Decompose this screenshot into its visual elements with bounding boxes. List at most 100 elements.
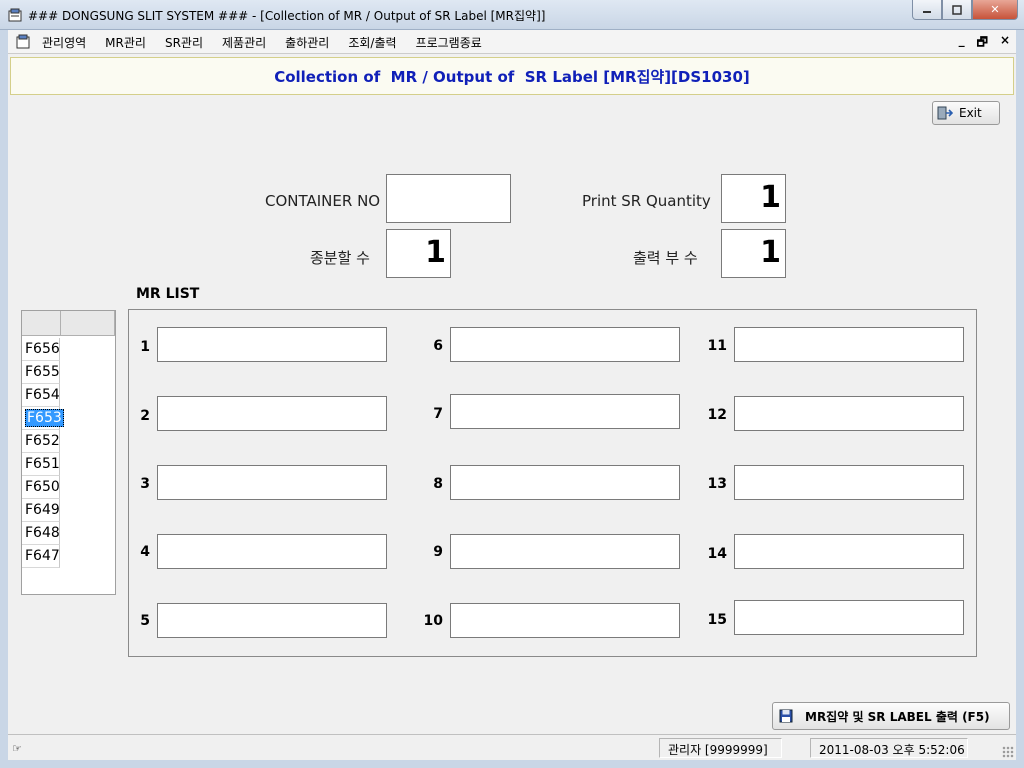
- print-copies-label: 출력 부 수: [633, 249, 698, 267]
- mr-input-9[interactable]: [450, 534, 680, 569]
- grid-cell: F654: [25, 387, 60, 403]
- container-no-input[interactable]: [386, 174, 511, 223]
- mdi-minimize-button[interactable]: _: [959, 33, 965, 54]
- grid-cell: F651: [25, 456, 60, 472]
- menu-item-exit-program[interactable]: 프로그램종료: [416, 34, 482, 51]
- mr-input-12[interactable]: [734, 396, 964, 431]
- document-icon[interactable]: [15, 34, 31, 50]
- mr-input-2[interactable]: [157, 396, 387, 431]
- window-minimize-button[interactable]: [912, 0, 942, 20]
- container-no-label: CONTAINER NO: [265, 192, 381, 210]
- split-count-input[interactable]: 1: [386, 229, 451, 278]
- print-copies-input[interactable]: 1: [721, 229, 786, 278]
- print-sr-quantity-input[interactable]: 1: [721, 174, 786, 223]
- mr-input-11[interactable]: [734, 327, 964, 362]
- mr-slot-number: 6: [433, 338, 443, 354]
- print-sr-quantity-label: Print SR Quantity: [582, 192, 711, 210]
- window-frame-bottom: [0, 760, 1024, 768]
- grid-row[interactable]: F647: [22, 545, 60, 568]
- grid-row[interactable]: F655: [22, 361, 60, 384]
- print-sr-quantity-value: 1: [760, 180, 781, 215]
- menu-item-sr-management[interactable]: SR관리: [165, 34, 203, 51]
- floppy-disk-icon: [779, 709, 793, 723]
- grid-row[interactable]: F651: [22, 453, 60, 476]
- grid-header-cell[interactable]: [61, 311, 115, 336]
- pointing-hand-icon: ☞: [12, 742, 22, 755]
- close-icon: ✕: [990, 3, 1000, 16]
- window-frame-left: [0, 30, 8, 760]
- client-area: Collection of MR / Output of SR Label [M…: [8, 54, 1016, 734]
- grid-cell: F649: [25, 502, 60, 518]
- menu-item-query-print[interactable]: 조회/출력: [348, 34, 396, 51]
- menu-bar: 관리영역 MR관리 SR관리 제품관리 출하관리 조회/출력 프로그램종료 _ …: [8, 30, 1016, 54]
- collect-mr-print-sr-label-button-label: MR집약 및 SR LABEL 출력 (F5): [805, 709, 990, 724]
- grid-row[interactable]: F654: [22, 384, 60, 407]
- grid-cell: F648: [25, 525, 60, 541]
- mr-input-3[interactable]: [157, 465, 387, 500]
- mr-slot-number: 5: [140, 613, 150, 629]
- app-icon: [8, 8, 22, 22]
- mr-slot-number: 10: [423, 613, 443, 629]
- grid-row[interactable]: F648: [22, 522, 60, 545]
- collect-mr-print-sr-label-button[interactable]: MR집약 및 SR LABEL 출력 (F5): [772, 702, 1010, 730]
- mr-input-7[interactable]: [450, 394, 680, 429]
- title-bar: ### DONGSUNG SLIT SYSTEM ### - [Collecti…: [0, 0, 1024, 30]
- mr-slot-number: 8: [433, 476, 443, 492]
- mr-slot-number: 9: [433, 544, 443, 560]
- grid-cell: F650: [25, 479, 60, 495]
- mr-slot-number: 12: [707, 407, 727, 423]
- status-user: 관리자 [9999999]: [659, 738, 782, 758]
- split-count-label: 종분할 수: [310, 249, 370, 267]
- resize-grip[interactable]: [1002, 746, 1014, 758]
- menu-item-admin-area[interactable]: 관리영역: [42, 34, 86, 51]
- mdi-restore-button[interactable]: 🗗: [977, 33, 988, 54]
- status-datetime: 2011-08-03 오후 5:52:06: [810, 738, 968, 758]
- grid-cell: F647: [25, 548, 60, 564]
- grid-header-cell[interactable]: [22, 311, 61, 336]
- mr-input-15[interactable]: [734, 600, 964, 635]
- mr-input-14[interactable]: [734, 534, 964, 569]
- grid-header: [22, 311, 115, 336]
- mr-slot-number: 3: [140, 476, 150, 492]
- menu-item-mr-management[interactable]: MR관리: [105, 34, 146, 51]
- container-grid[interactable]: F656 F655 F654 F653 F652 F651 F650 F649 …: [21, 310, 116, 595]
- mr-input-13[interactable]: [734, 465, 964, 500]
- mr-input-10[interactable]: [450, 603, 680, 638]
- grid-row[interactable]: F652: [22, 430, 60, 453]
- mr-input-5[interactable]: [157, 603, 387, 638]
- grid-cell: F656: [25, 341, 60, 357]
- grid-cell: F655: [25, 364, 60, 380]
- mdi-close-button[interactable]: ×: [1000, 33, 1010, 54]
- status-bar: ☞ 관리자 [9999999] 2011-08-03 오후 5:52:06: [8, 734, 1016, 760]
- window-maximize-button[interactable]: [942, 0, 972, 20]
- grid-row[interactable]: F656: [22, 338, 60, 361]
- page-title: Collection of MR / Output of SR Label [M…: [274, 67, 750, 86]
- exit-button-label: Exit: [959, 106, 982, 120]
- grid-row[interactable]: F650: [22, 476, 60, 499]
- print-copies-value: 1: [760, 235, 781, 270]
- menu-item-product-management[interactable]: 제품관리: [222, 34, 266, 51]
- mr-input-8[interactable]: [450, 465, 680, 500]
- mr-input-6[interactable]: [450, 327, 680, 362]
- mr-input-1[interactable]: [157, 327, 387, 362]
- mr-list-title: MR LIST: [136, 286, 200, 302]
- grid-row-selected[interactable]: F653: [22, 407, 64, 430]
- mr-list-panel: 1 2 3 4 5 6 7 8 9 10 11 12 13 14 15: [128, 309, 977, 657]
- mr-slot-number: 14: [707, 546, 727, 562]
- exit-door-icon: [937, 106, 953, 120]
- mr-slot-number: 2: [140, 408, 150, 424]
- minimize-icon: [923, 10, 931, 13]
- window-title: ### DONGSUNG SLIT SYSTEM ### - [Collecti…: [28, 9, 546, 23]
- mr-slot-number: 7: [433, 406, 443, 422]
- maximize-icon: [952, 4, 962, 15]
- mr-input-4[interactable]: [157, 534, 387, 569]
- exit-button[interactable]: Exit: [932, 101, 1000, 125]
- window-close-button[interactable]: ✕: [972, 0, 1018, 20]
- window-frame-right: [1016, 30, 1024, 760]
- grid-cell: F652: [25, 433, 60, 449]
- menu-item-shipping-management[interactable]: 출하관리: [285, 34, 329, 51]
- form-header: Collection of MR / Output of SR Label [M…: [10, 57, 1014, 95]
- grid-row[interactable]: F649: [22, 499, 60, 522]
- mr-slot-number: 1: [140, 339, 150, 355]
- mr-slot-number: 4: [140, 544, 150, 560]
